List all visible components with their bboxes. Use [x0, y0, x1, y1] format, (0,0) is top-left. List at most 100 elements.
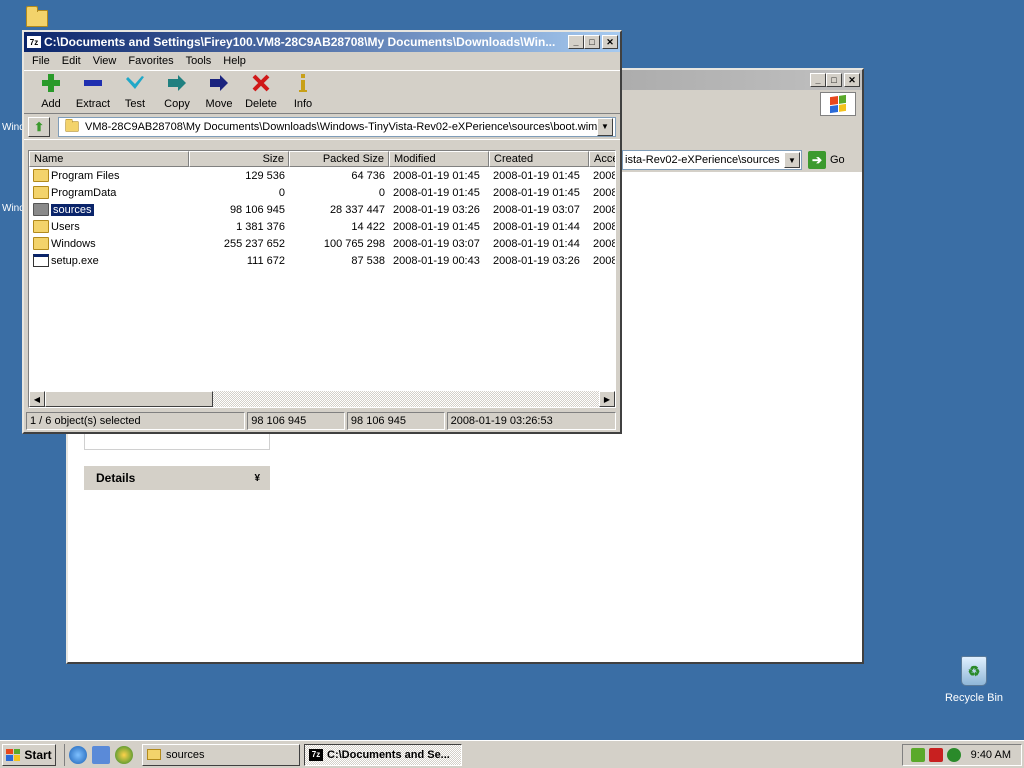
globe-icon[interactable] — [946, 748, 961, 762]
chevron-down-icon[interactable]: ▼ — [784, 152, 800, 168]
media-player-icon[interactable] — [115, 745, 133, 764]
file-size: 255 237 652 — [223, 237, 285, 250]
table-row[interactable]: setup.exe 111 672 87 538 2008-01-19 00:4… — [29, 252, 615, 269]
7zip-app-icon: 7z — [27, 36, 41, 48]
file-size: 1 381 376 — [236, 220, 285, 233]
maximize-button[interactable]: □ — [584, 35, 600, 49]
taskbar-button-label: sources — [166, 748, 205, 761]
add-button[interactable]: Add — [30, 71, 72, 113]
taskbar: Start sources 7z C:\Documents and Se... … — [0, 740, 1024, 768]
go-arrow-icon: ➔ — [808, 151, 826, 169]
quick-launch — [64, 743, 138, 766]
extract-button[interactable]: Extract — [72, 71, 114, 113]
list-header: Name Size Packed Size Modified Created A… — [29, 151, 615, 167]
folder-icon — [33, 220, 49, 233]
menu-file[interactable]: File — [26, 55, 56, 67]
recycle-bin[interactable]: ♻ Recycle Bin — [940, 656, 1008, 704]
chevron-double-down-icon[interactable]: ¥ — [254, 473, 260, 484]
address-field[interactable]: VM8-28C9AB28708\My Documents\Downloads\W… — [58, 116, 616, 137]
close-button[interactable]: ✕ — [844, 73, 860, 87]
move-label: Move — [205, 98, 233, 110]
file-packed-size: 14 422 — [351, 220, 385, 233]
file-accessed: 2008 — [593, 203, 616, 216]
plus-icon — [39, 72, 63, 94]
copy-arrow-icon — [165, 72, 189, 94]
chevron-down-icon[interactable]: ▼ — [597, 117, 613, 136]
scroll-right-icon[interactable]: ▶ — [599, 391, 615, 407]
taskbar-button-sources[interactable]: sources — [142, 743, 300, 766]
internet-explorer-icon[interactable] — [69, 745, 87, 764]
column-accessed[interactable]: Acce — [589, 151, 615, 167]
file-packed-size: 100 765 298 — [323, 237, 385, 250]
minimize-button[interactable]: _ — [810, 73, 826, 87]
folder-icon — [33, 203, 49, 216]
scroll-left-icon[interactable]: ◀ — [29, 391, 45, 407]
file-size: 129 536 — [245, 169, 285, 182]
minus-icon — [81, 72, 105, 94]
column-modified[interactable]: Modified — [389, 151, 489, 167]
desktop-folder-icon[interactable] — [26, 6, 48, 30]
desktop-label-2: Wind — [2, 203, 24, 214]
column-name[interactable]: Name — [29, 151, 189, 167]
security-shield-icon[interactable] — [928, 748, 943, 762]
close-button[interactable]: ✕ — [602, 35, 618, 49]
details-panel-header[interactable]: Details ¥ — [84, 466, 270, 490]
desktop-label-1: Wind — [2, 122, 24, 133]
show-desktop-icon[interactable] — [92, 745, 110, 764]
file-created: 2008-01-19 01:44 — [493, 220, 580, 233]
column-packed-size[interactable]: Packed Size — [289, 151, 389, 167]
scroll-thumb[interactable] — [45, 391, 213, 407]
file-packed-size: 64 736 — [351, 169, 385, 182]
file-name: setup.exe — [51, 254, 99, 267]
clock: 9:40 AM — [970, 749, 1011, 761]
folder-icon — [33, 237, 49, 250]
file-created: 2008-01-19 03:07 — [493, 203, 580, 216]
file-packed-size: 0 — [378, 186, 385, 199]
add-label: Add — [41, 98, 61, 110]
file-created: 2008-01-19 01:44 — [493, 237, 580, 250]
table-row[interactable]: ProgramData 0 0 2008-01-19 01:45 2008-01… — [29, 184, 615, 201]
table-row[interactable]: Users 1 381 376 14 422 2008-01-19 01:45 … — [29, 218, 615, 235]
start-button[interactable]: Start — [2, 743, 56, 766]
table-row[interactable]: Program Files 129 536 64 736 2008-01-19 … — [29, 167, 615, 184]
delete-label: Delete — [245, 98, 277, 110]
file-name: Windows — [51, 237, 96, 250]
menu-view[interactable]: View — [87, 55, 123, 67]
info-button[interactable]: Info — [282, 71, 324, 113]
status-size: 98 106 945 — [247, 412, 345, 430]
menu-help[interactable]: Help — [217, 55, 252, 67]
file-list[interactable]: Name Size Packed Size Modified Created A… — [28, 150, 616, 408]
menu-edit[interactable]: Edit — [56, 55, 87, 67]
move-button[interactable]: Move — [198, 71, 240, 113]
explorer-address-field[interactable]: ista-Rev02-eXPerience\sources — [622, 150, 802, 170]
file-name: Users — [51, 220, 80, 233]
maximize-button[interactable]: □ — [826, 73, 842, 87]
file-packed-size: 87 538 — [351, 254, 385, 267]
file-created: 2008-01-19 01:45 — [493, 186, 580, 199]
7zip-titlebar[interactable]: 7z C:\Documents and Settings\Firey100.VM… — [24, 32, 620, 52]
network-icon[interactable] — [910, 748, 925, 762]
file-accessed: 2008 — [593, 237, 616, 250]
minimize-button[interactable]: _ — [568, 35, 584, 49]
menu-tools[interactable]: Tools — [180, 55, 218, 67]
table-row-selected[interactable]: sources 98 106 945 28 337 447 2008-01-19… — [29, 201, 615, 218]
up-folder-button[interactable]: ⬆ — [28, 116, 50, 137]
menu-favorites[interactable]: Favorites — [122, 55, 179, 67]
delete-button[interactable]: Delete — [240, 71, 282, 113]
file-accessed: 2008 — [593, 220, 616, 233]
folder-icon — [33, 186, 49, 199]
column-size[interactable]: Size — [189, 151, 289, 167]
copy-button[interactable]: Copy — [156, 71, 198, 113]
info-icon — [291, 72, 315, 94]
details-label: Details — [96, 471, 136, 485]
folder-icon — [65, 119, 79, 132]
go-button[interactable]: ➔ Go — [808, 150, 845, 170]
windows-logo-icon — [820, 92, 856, 116]
7zip-window: 7z C:\Documents and Settings\Firey100.VM… — [22, 30, 622, 434]
taskbar-button-7zip[interactable]: 7z C:\Documents and Se... — [304, 743, 462, 766]
test-button[interactable]: Test — [114, 71, 156, 113]
column-created[interactable]: Created — [489, 151, 589, 167]
horizontal-scrollbar[interactable]: ◀ ▶ — [29, 391, 615, 407]
table-row[interactable]: Windows 255 237 652 100 765 298 2008-01-… — [29, 235, 615, 252]
file-size: 98 106 945 — [229, 203, 285, 216]
